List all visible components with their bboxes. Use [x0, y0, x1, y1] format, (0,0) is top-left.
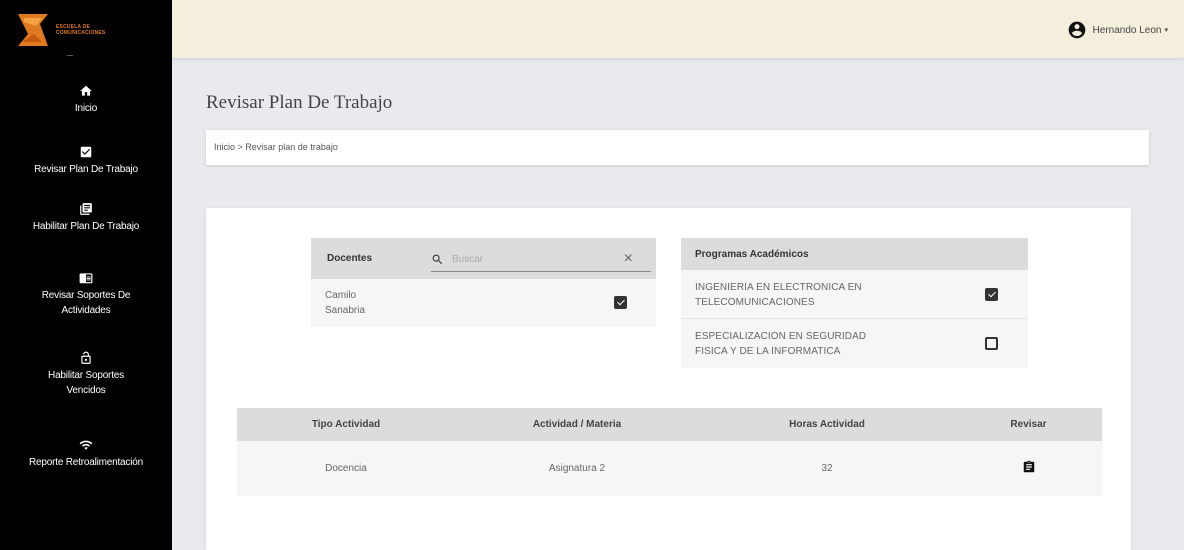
- column-header: Revisar: [955, 408, 1102, 441]
- docente-name: Camilo Sanabria: [325, 290, 366, 316]
- sidebar-item-habilitar-plan[interactable]: Habilitar Plan De Trabajo: [0, 202, 172, 234]
- docente-checkbox[interactable]: [614, 296, 627, 309]
- clear-search-icon[interactable]: ×: [624, 250, 633, 268]
- logo[interactable]: ESCUELA DE COMUNICACIONES: [14, 10, 154, 50]
- chevron-down-icon: ▾: [1164, 27, 1168, 34]
- programas-header: Programas Académicos: [681, 238, 1028, 270]
- main-card: Docentes × Camilo Sanabria Programas Aca…: [206, 208, 1131, 550]
- page-title: Revisar Plan De Trabajo: [206, 92, 393, 113]
- column-header: Horas Actividad: [699, 408, 955, 441]
- programa-row[interactable]: INGENIERIA EN ELECTRONICA EN TELECOMUNIC…: [681, 270, 1028, 319]
- breadcrumb: Inicio > Revisar plan de trabajo: [206, 130, 1149, 165]
- sidebar-item-reporte[interactable]: Reporte Retroalimentación: [0, 438, 172, 470]
- search-box: ×: [431, 247, 651, 272]
- table-header-row: Tipo Actividad Actividad / Materia Horas…: [237, 408, 1102, 441]
- divider: [67, 55, 73, 56]
- activity-table: Tipo Actividad Actividad / Materia Horas…: [237, 408, 1102, 496]
- programas-panel: Programas Académicos INGENIERIA EN ELECT…: [681, 238, 1028, 368]
- sidebar-item-label: Habilitar Plan De Trabajo: [32, 221, 140, 232]
- tipo-cell: Docencia: [237, 441, 455, 496]
- breadcrumb-home-link[interactable]: Inicio: [214, 142, 235, 152]
- column-header: Tipo Actividad: [237, 408, 455, 441]
- sidebar-item-label: Habilitar Soportes: [48, 370, 124, 381]
- chrome-reader-icon: [79, 273, 93, 284]
- sidebar-item-label: Actividades: [61, 305, 111, 316]
- sidebar-item-inicio[interactable]: Inicio: [0, 84, 172, 116]
- revisar-cell: [955, 441, 1102, 496]
- sidebar-item-revisar-soportes[interactable]: Revisar Soportes De Actividades: [0, 271, 172, 318]
- horas-cell: 32: [699, 441, 955, 496]
- docentes-header: Docentes ×: [311, 238, 656, 279]
- docente-row[interactable]: Camilo Sanabria: [311, 279, 656, 327]
- docentes-title: Docentes: [327, 253, 373, 264]
- sidebar-item-label: Vencidos: [66, 385, 106, 396]
- wifi-icon: [79, 440, 93, 450]
- actividad-cell: Asignatura 2: [455, 441, 699, 496]
- checkbox-icon: [80, 146, 92, 158]
- sidebar-item-label: Inicio: [74, 103, 98, 114]
- home-icon: [80, 85, 92, 96]
- account-circle-icon: [1068, 21, 1085, 39]
- logo-mark: [14, 12, 50, 48]
- programa-row[interactable]: ESPECIALIZACION EN SEGURIDAD FISICA Y DE…: [681, 319, 1028, 368]
- sidebar-item-habilitar-soportes[interactable]: Habilitar Soportes Vencidos: [0, 351, 172, 398]
- docentes-panel: Docentes × Camilo Sanabria: [311, 238, 656, 327]
- search-input[interactable]: [452, 253, 602, 265]
- programa-checkbox[interactable]: [985, 288, 998, 301]
- breadcrumb-separator: >: [235, 142, 246, 152]
- search-icon[interactable]: [431, 253, 444, 266]
- sidebar-item-label: Revisar Soportes De: [41, 290, 131, 301]
- table-row: Docencia Asignatura 2 32: [237, 441, 1102, 496]
- assignment-icon: [1023, 460, 1034, 473]
- programa-checkbox[interactable]: [985, 337, 998, 350]
- breadcrumb-current: Revisar plan de trabajo: [245, 142, 338, 152]
- lock-open-icon: [81, 351, 91, 364]
- user-name: Hernando Leon: [1092, 24, 1162, 36]
- sidebar-item-revisar-plan[interactable]: Revisar Plan De Trabajo: [0, 145, 172, 177]
- sidebar-item-label: Revisar Plan De Trabajo: [34, 164, 138, 175]
- programa-name: ESPECIALIZACION EN SEGURIDAD FISICA Y DE…: [695, 331, 867, 357]
- sidebar: ESCUELA DE COMUNICACIONES Inicio Revisar…: [0, 0, 172, 550]
- sidebar-item-label: Reporte Retroalimentación: [29, 457, 143, 468]
- user-menu[interactable]: Hernando Leon ▾: [1067, 20, 1168, 40]
- library-icon: [80, 203, 92, 215]
- header: Hernando Leon ▾: [172, 0, 1184, 58]
- logo-text: ESCUELA DE COMUNICACIONES: [56, 24, 106, 36]
- programa-name: INGENIERIA EN ELECTRONICA EN TELECOMUNIC…: [695, 282, 862, 308]
- column-header: Actividad / Materia: [455, 408, 699, 441]
- review-button[interactable]: [1022, 459, 1036, 478]
